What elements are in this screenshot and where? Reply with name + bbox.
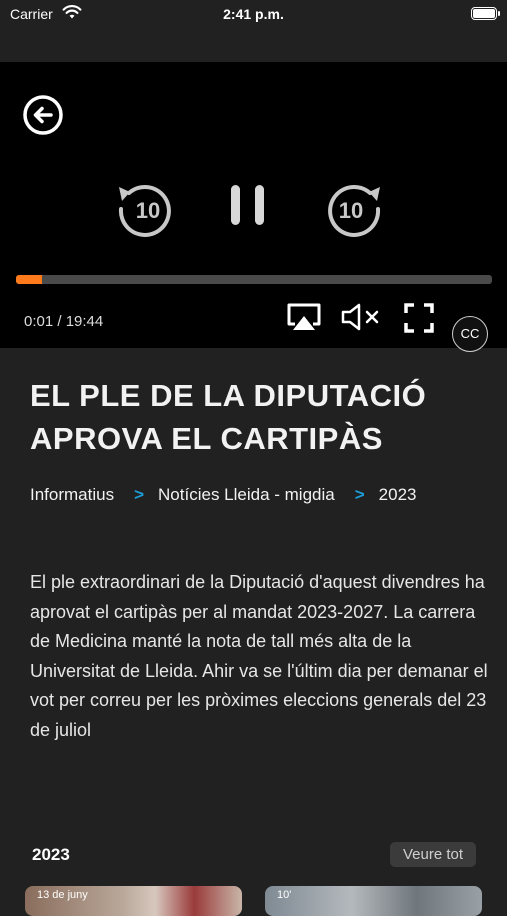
video-player[interactable]: 10 10 0:01 / 19:44 CC bbox=[0, 62, 507, 352]
breadcrumb-item-program[interactable]: Notícies Lleida - migdia bbox=[158, 485, 335, 504]
video-duration-label: 10' bbox=[277, 889, 292, 901]
video-date-label: 13 de juny bbox=[37, 889, 88, 901]
airplay-icon bbox=[287, 303, 321, 330]
related-video-card[interactable]: 13 de juny bbox=[25, 886, 242, 916]
see-all-button[interactable]: Veure tot bbox=[390, 842, 476, 867]
breadcrumb: Informatius > Notícies Lleida - migdia >202… bbox=[30, 485, 417, 505]
forward-10-button[interactable]: 10 bbox=[322, 177, 386, 246]
rewind-10-button[interactable]: 10 bbox=[113, 177, 177, 246]
progress-bar[interactable] bbox=[16, 275, 492, 284]
article-description: El ple extraordinari de la Diputació d'a… bbox=[30, 572, 488, 740]
article-title: EL PLE DE LA DIPUTACIÓ APROVA EL CARTIPÀ… bbox=[30, 378, 427, 456]
related-section-title: 2023 bbox=[32, 845, 70, 864]
forward-seconds-label: 10 bbox=[339, 198, 363, 223]
airplay-button[interactable] bbox=[286, 302, 322, 337]
arrow-left-circle-icon bbox=[23, 95, 63, 135]
time-display: 0:01 / 19:44 bbox=[24, 313, 104, 330]
battery-icon bbox=[471, 7, 500, 20]
speaker-muted-icon bbox=[341, 303, 379, 331]
pause-button[interactable] bbox=[225, 182, 273, 235]
breadcrumb-separator: > bbox=[134, 485, 145, 504]
fullscreen-button[interactable] bbox=[403, 302, 435, 339]
closed-captions-button[interactable]: CC bbox=[452, 316, 488, 352]
breadcrumb-item-informatius[interactable]: Informatius bbox=[30, 485, 114, 504]
related-video-card[interactable]: 10' bbox=[265, 886, 482, 916]
clock: 2:41 p.m. bbox=[223, 6, 284, 22]
rewind-seconds-label: 10 bbox=[136, 198, 160, 223]
status-bar: Carrier 2:41 p.m. bbox=[0, 0, 507, 62]
fullscreen-icon bbox=[404, 303, 434, 333]
forward-10-icon: 10 bbox=[328, 184, 381, 237]
breadcrumb-item-year[interactable]: 2023 bbox=[379, 485, 417, 504]
progress-fill bbox=[16, 275, 43, 284]
rewind-10-icon: 10 bbox=[118, 184, 171, 237]
pause-icon bbox=[231, 185, 264, 225]
back-button[interactable] bbox=[22, 94, 64, 141]
mute-button[interactable] bbox=[340, 302, 382, 337]
breadcrumb-separator: > bbox=[354, 485, 365, 504]
